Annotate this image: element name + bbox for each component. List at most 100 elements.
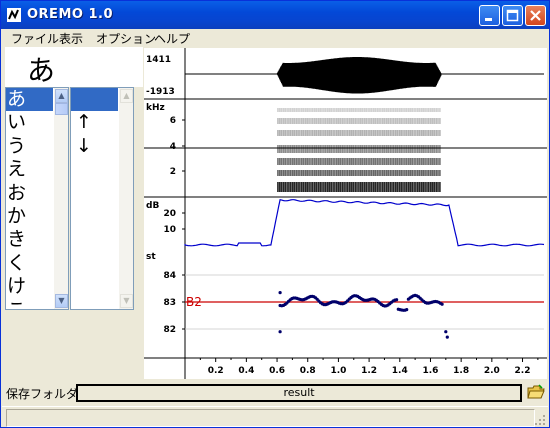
- spectrogram-band: [383, 108, 386, 112]
- spectrogram-band: [295, 170, 298, 176]
- spectrogram-band: [418, 170, 421, 176]
- char-list[interactable]: あいうえおかきくけこ ▲ ▼: [5, 87, 69, 310]
- char-list-item[interactable]: う: [6, 135, 54, 158]
- folder-open-icon[interactable]: [527, 383, 545, 401]
- spectrogram-band: [343, 145, 345, 153]
- spectrogram-band: [339, 170, 342, 176]
- spectrogram-band: [420, 130, 423, 136]
- char-list-item[interactable]: え: [6, 158, 54, 181]
- spectrogram-band: [391, 145, 393, 153]
- char-list-item[interactable]: あ: [6, 88, 54, 112]
- maximize-button[interactable]: [502, 5, 523, 26]
- spectrogram-band: [315, 118, 318, 124]
- char-list-item[interactable]: き: [6, 228, 54, 251]
- spectrogram-band: [302, 182, 305, 192]
- char-list-item[interactable]: い: [6, 111, 54, 134]
- char-list-item[interactable]: か: [6, 205, 54, 228]
- spectrogram-band: [324, 182, 327, 192]
- spectrogram-band: [302, 118, 305, 124]
- spectrogram-band: [330, 145, 332, 153]
- spectrogram-band: [428, 182, 430, 192]
- spectrogram-band: [391, 108, 393, 112]
- pitch-point: [445, 335, 449, 339]
- char-list-scrollbar[interactable]: ▲ ▼: [53, 88, 68, 309]
- spectrogram-band: [433, 108, 436, 112]
- spectrogram-band: [297, 158, 299, 165]
- analysis-graph[interactable]: 1411 -1913 kHz 6 4 2 dB 20 10 st 84 83 82 B2 0.2 0.4 0.6…: [144, 48, 547, 379]
- spectrogram-band: [389, 182, 391, 192]
- char-list-item[interactable]: く: [6, 252, 54, 275]
- menu-help[interactable]: ヘルプ: [154, 30, 190, 47]
- resize-grip-icon[interactable]: [534, 414, 546, 426]
- spectrogram-band: [420, 108, 423, 112]
- spectrogram-band: [348, 118, 351, 124]
- char-list-item[interactable]: け: [6, 275, 54, 298]
- spectrogram-band: [299, 145, 301, 153]
- spectrogram-band: [385, 118, 388, 124]
- spectrogram-band: [337, 182, 340, 192]
- pitch-tick-label: 83: [163, 298, 176, 308]
- spectrogram-band: [383, 182, 386, 192]
- spectrogram-band: [359, 118, 362, 124]
- spectrogram-band: [289, 108, 292, 112]
- spectrogram-band: [372, 158, 375, 165]
- spectrogram-band: [345, 145, 347, 153]
- close-button[interactable]: [525, 5, 546, 26]
- menu-file[interactable]: ファイル: [11, 30, 59, 47]
- spectrogram-band: [407, 182, 410, 192]
- spectrogram-band: [288, 170, 290, 176]
- suffix-list[interactable]: ↑ ↓ ▲ ▼: [70, 87, 134, 310]
- spectrogram-band: [365, 108, 367, 112]
- spectrogram-band: [315, 145, 318, 153]
- menu-options[interactable]: オプション: [96, 30, 156, 47]
- time-tick-label: 0.6: [269, 366, 285, 376]
- spectrogram-band: [420, 118, 423, 124]
- spectrogram-band: [277, 170, 279, 176]
- spectrogram-band: [370, 130, 373, 136]
- spectrogram-band: [356, 182, 358, 192]
- suffix-list-item[interactable]: [71, 88, 119, 112]
- spectrogram-band: [348, 182, 351, 192]
- spectrogram-band: [282, 108, 285, 112]
- target-pitch-label: B2: [186, 295, 202, 309]
- spectrogram-band: [413, 182, 415, 192]
- save-folder-field[interactable]: result: [76, 384, 522, 402]
- spectrogram-band: [308, 158, 310, 165]
- spectrogram-band: [383, 170, 386, 176]
- char-list-item[interactable]: お: [6, 182, 54, 205]
- spectrogram-band: [378, 130, 380, 136]
- spectrogram-band: [291, 130, 294, 136]
- spectrogram-band: [359, 108, 362, 112]
- suffix-list-scrollbar[interactable]: ▲ ▼: [118, 88, 133, 309]
- spectrogram-band: [429, 118, 432, 124]
- spectrogram-band: [328, 158, 331, 165]
- spectrogram-band: [332, 108, 334, 112]
- spectrogram-band: [382, 182, 384, 192]
- spectrogram-band: [394, 130, 397, 136]
- minimize-button[interactable]: [479, 5, 500, 26]
- spectrogram-band: [417, 118, 419, 124]
- spectrogram-band: [306, 108, 309, 112]
- title-bar[interactable]: OREMO 1.0: [1, 1, 549, 29]
- spectrogram-band: [387, 130, 390, 136]
- spectrogram-band: [315, 158, 318, 165]
- spectrogram-band: [347, 158, 349, 165]
- scroll-down-button[interactable]: ▼: [120, 294, 133, 308]
- char-list-item[interactable]: こ: [6, 299, 54, 309]
- suffix-list-item[interactable]: ↓: [71, 135, 119, 158]
- menu-view[interactable]: 表示: [59, 30, 83, 47]
- scroll-up-button[interactable]: ▲: [120, 89, 133, 103]
- spectrogram-band: [431, 158, 434, 165]
- spectrogram-band: [374, 145, 377, 153]
- spectrogram-band: [315, 182, 318, 192]
- spectrogram-band: [301, 182, 303, 192]
- scroll-thumb[interactable]: [55, 103, 68, 115]
- spectrogram-band: [376, 130, 379, 136]
- scroll-up-button[interactable]: ▲: [55, 89, 68, 103]
- spectrogram-band: [435, 182, 437, 192]
- spectrogram-band: [337, 145, 340, 153]
- spectrogram-band: [437, 170, 439, 176]
- spectrogram-band: [363, 130, 366, 136]
- suffix-list-item[interactable]: ↑: [71, 111, 119, 134]
- scroll-down-button[interactable]: ▼: [55, 294, 68, 308]
